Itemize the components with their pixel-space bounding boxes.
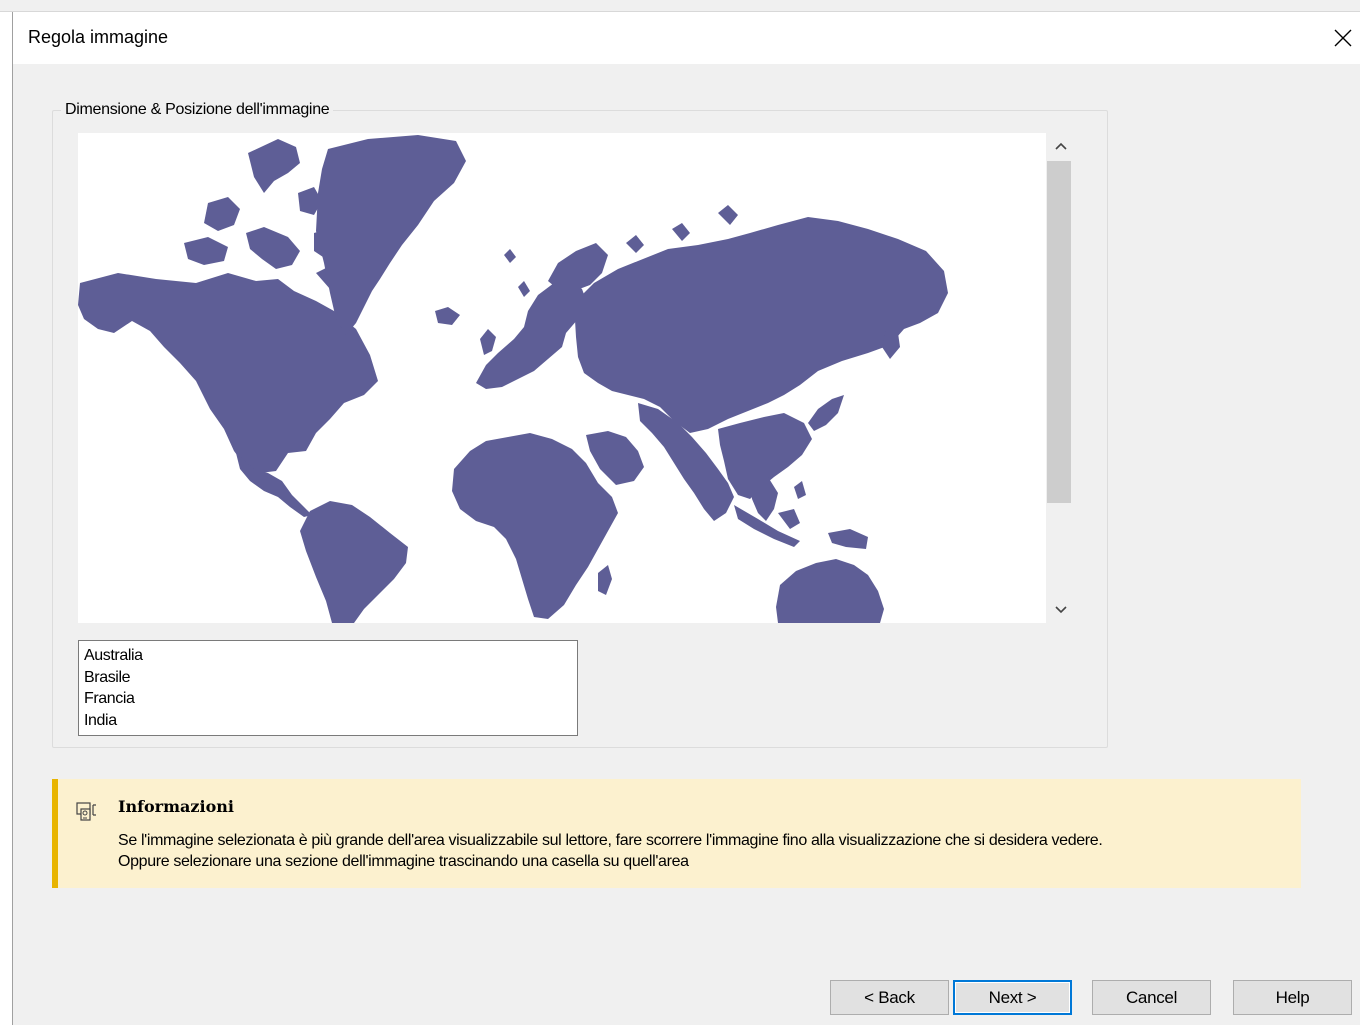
vertical-scrollbar[interactable] bbox=[1046, 133, 1076, 623]
list-item-brasile[interactable]: Brasile bbox=[84, 667, 572, 689]
title-bar: Regola immagine bbox=[13, 12, 1360, 64]
world-map-image[interactable] bbox=[78, 133, 1046, 623]
cancel-button[interactable]: Cancel bbox=[1092, 980, 1211, 1015]
image-size-position-group: Dimensione & Posizione dell'immagine Aus… bbox=[52, 101, 1108, 748]
scroll-down-button[interactable] bbox=[1046, 597, 1076, 623]
close-button[interactable] bbox=[1325, 20, 1360, 56]
info-panel: Informazioni Se l'immagine selezionata è… bbox=[52, 779, 1301, 888]
group-legend: Dimensione & Posizione dell'immagine bbox=[61, 101, 334, 119]
list-item-australia[interactable]: Australia bbox=[84, 645, 572, 667]
list-item-francia[interactable]: Francia bbox=[84, 688, 572, 710]
image-preview-area[interactable] bbox=[78, 133, 1046, 623]
dialog-title: Regola immagine bbox=[28, 27, 169, 47]
info-line-2: Oppure selezionare una sezione dell'imma… bbox=[118, 853, 689, 870]
chevron-down-icon bbox=[1055, 606, 1067, 614]
list-item-india[interactable]: India bbox=[84, 710, 572, 732]
info-icon bbox=[76, 802, 96, 821]
help-button[interactable]: Help bbox=[1233, 980, 1352, 1015]
scroll-thumb[interactable] bbox=[1047, 161, 1071, 503]
info-title: Informazioni bbox=[118, 797, 234, 816]
next-button[interactable]: Next > bbox=[953, 980, 1072, 1015]
close-icon bbox=[1334, 29, 1352, 47]
info-line-1: Se l'immagine selezionata è più grande d… bbox=[118, 832, 1103, 849]
scroll-up-button[interactable] bbox=[1046, 133, 1076, 159]
chevron-up-icon bbox=[1055, 142, 1067, 150]
country-listbox[interactable]: Australia Brasile Francia India bbox=[78, 640, 578, 736]
info-text: Se l'immagine selezionata è più grande d… bbox=[118, 830, 1298, 872]
dialog-window: Regola immagine Dimensione & Posizione d… bbox=[12, 12, 1360, 1025]
back-button[interactable]: < Back bbox=[830, 980, 949, 1015]
background-window-strip bbox=[0, 0, 1360, 12]
